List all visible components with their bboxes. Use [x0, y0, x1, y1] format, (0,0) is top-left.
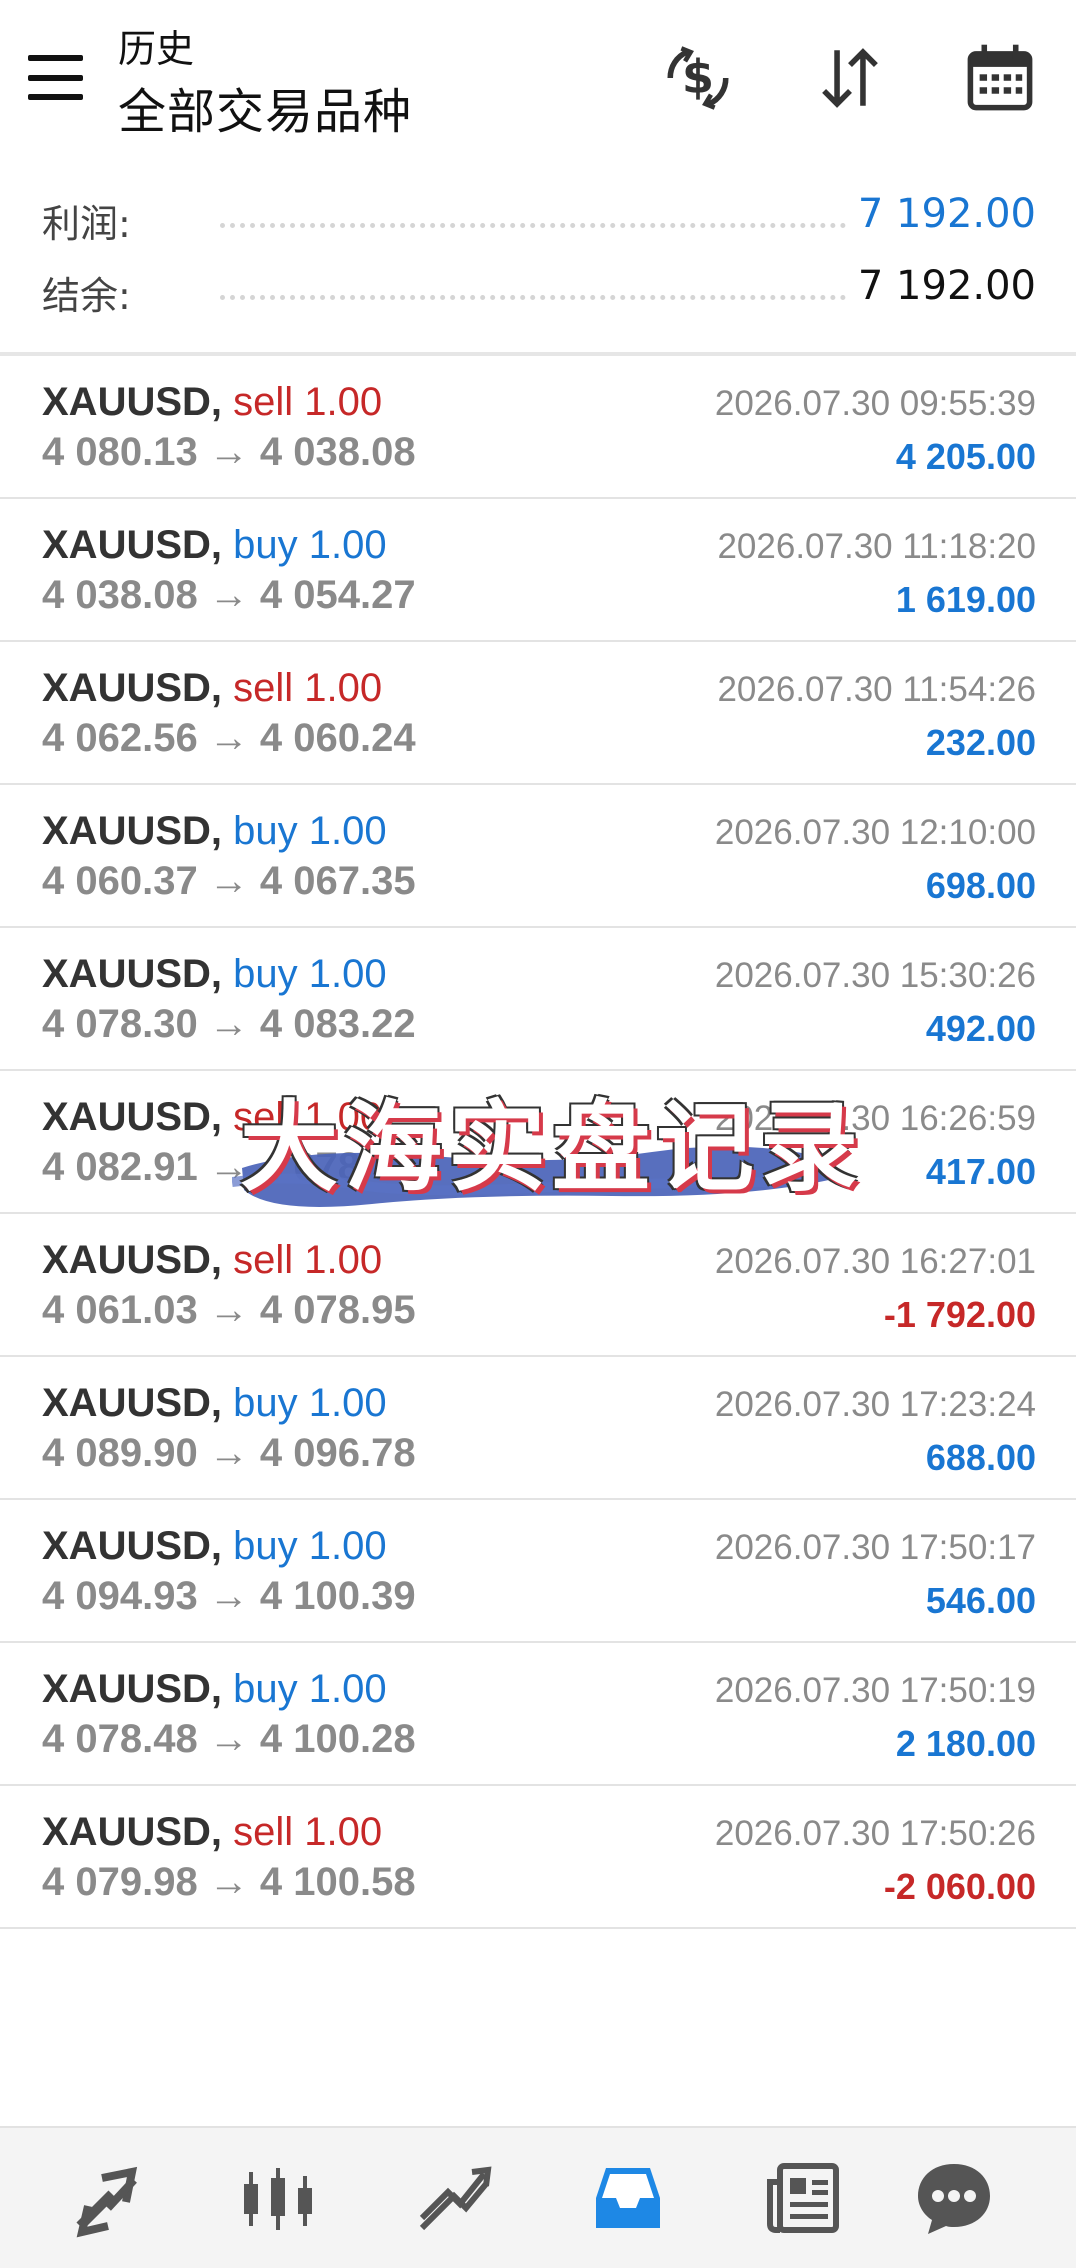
- calendar-icon[interactable]: [960, 38, 1040, 118]
- deal-row[interactable]: XAUUSD, buy 1.00 4 078.48 → 4 100.28 202…: [0, 1643, 1076, 1786]
- app-header: 历史 全部交易品种 $: [0, 0, 1076, 160]
- news-icon[interactable]: [752, 2148, 852, 2248]
- deal-prices: 4 094.93 → 4 100.39: [42, 1574, 416, 1618]
- deal-symbol-line: XAUUSD, buy 1.00: [42, 1667, 387, 1712]
- deal-profit: -2 060.00: [883, 1866, 1036, 1907]
- deal-time: 2026.07.30 17:23:24: [714, 1385, 1036, 1424]
- section-title: 历史: [118, 27, 195, 71]
- deal-symbol-line: XAUUSD, sell 1.00: [42, 666, 382, 711]
- deal-profit: 546.00: [925, 1580, 1036, 1621]
- deal-time: 2026.07.30 11:18:20: [717, 527, 1036, 566]
- deal-profit: 1 619.00: [895, 579, 1036, 620]
- balance-label: 结余:: [42, 274, 131, 318]
- deal-time: 2026.07.30 15:30:26: [714, 956, 1036, 995]
- deal-direction: sell 1.00: [233, 1810, 383, 1854]
- deal-symbol: XAUUSD,: [42, 1381, 223, 1425]
- deal-prices: 4 078.30 → 4 083.22: [42, 1002, 416, 1046]
- menu-button[interactable]: [28, 55, 88, 100]
- watermark-text: 大海实盘记录: [240, 1091, 865, 1205]
- deal-direction: sell 1.00: [233, 666, 383, 710]
- deal-time: 2026.07.30 16:27:01: [714, 1242, 1036, 1281]
- deal-row[interactable]: XAUUSD, buy 1.00 4 089.90 → 4 096.78 202…: [0, 1357, 1076, 1500]
- symbol-filter[interactable]: 全部交易品种: [118, 72, 412, 142]
- deal-symbol: XAUUSD,: [42, 1810, 223, 1854]
- deal-time: 2026.07.30 17:50:19: [714, 1671, 1036, 1710]
- deal-profit: 232.00: [925, 722, 1036, 763]
- deal-symbol-line: XAUUSD, buy 1.00: [42, 809, 387, 854]
- chart-icon[interactable]: [228, 2148, 328, 2248]
- deal-direction: sell 1.00: [233, 380, 383, 424]
- deal-profit: 4 205.00: [895, 436, 1036, 477]
- bottom-nav: [0, 2126, 1076, 2268]
- deal-profit: 688.00: [925, 1437, 1036, 1478]
- deal-direction: sell 1.00: [233, 1238, 383, 1282]
- deal-symbol: XAUUSD,: [42, 952, 223, 996]
- deal-profit: 2 180.00: [895, 1723, 1036, 1764]
- deal-prices: 4 080.13 → 4 038.08: [42, 430, 416, 474]
- deal-symbol: XAUUSD,: [42, 1524, 223, 1568]
- deal-time: 2026.07.30 17:50:26: [714, 1814, 1036, 1853]
- deal-row[interactable]: XAUUSD, sell 1.00 4 079.98 → 4 100.58 20…: [0, 1786, 1076, 1929]
- deal-symbol: XAUUSD,: [42, 666, 223, 710]
- deal-time: 2026.07.30 17:50:17: [714, 1528, 1036, 1567]
- deal-profit: 492.00: [925, 1008, 1036, 1049]
- deal-prices: 4 062.56 → 4 060.24: [42, 716, 416, 760]
- deal-prices: 4 038.08 → 4 054.27: [42, 573, 416, 617]
- deal-time: 2026.07.30 09:55:39: [714, 384, 1036, 423]
- menu-icon-bar: [28, 94, 83, 100]
- deal-row[interactable]: XAUUSD, buy 1.00 4 094.93 → 4 100.39 202…: [0, 1500, 1076, 1643]
- sort-icon[interactable]: [810, 38, 890, 118]
- deal-symbol: XAUUSD,: [42, 380, 223, 424]
- profit-value: 7 192.00: [857, 191, 1036, 237]
- deal-row[interactable]: XAUUSD, sell 1.00 4 080.13 → 4 038.08 20…: [0, 356, 1076, 499]
- menu-icon-bar: [28, 74, 83, 81]
- deal-direction: buy 1.00: [233, 523, 387, 567]
- deal-direction: buy 1.00: [233, 1381, 387, 1425]
- deal-prices: 4 061.03 → 4 078.95: [42, 1288, 416, 1332]
- deal-row[interactable]: XAUUSD, buy 1.00 4 038.08 → 4 054.27 202…: [0, 499, 1076, 642]
- profit-row: 利润: 7 192.00: [0, 185, 1076, 257]
- deal-row[interactable]: XAUUSD, sell 1.00 4 061.03 → 4 078.95 20…: [0, 1214, 1076, 1357]
- deal-direction: buy 1.00: [233, 952, 387, 996]
- profit-label: 利润:: [42, 202, 131, 246]
- deal-prices: 4 079.98 → 4 100.58: [42, 1860, 416, 1904]
- deal-profit: 698.00: [925, 865, 1036, 906]
- deal-symbol: XAUUSD,: [42, 1095, 223, 1139]
- history-icon[interactable]: [578, 2148, 678, 2248]
- deal-symbol-line: XAUUSD, sell 1.00: [42, 380, 382, 425]
- deal-direction: buy 1.00: [233, 809, 387, 853]
- deal-row[interactable]: XAUUSD, sell 1.00 4 062.56 → 4 060.24 20…: [0, 642, 1076, 785]
- deal-symbol: XAUUSD,: [42, 809, 223, 853]
- deal-symbol-line: XAUUSD, sell 1.00: [42, 1238, 382, 1283]
- deal-symbol: XAUUSD,: [42, 1667, 223, 1711]
- deal-row[interactable]: XAUUSD, buy 1.00 4 078.30 → 4 083.22 202…: [0, 928, 1076, 1071]
- chat-icon[interactable]: [904, 2148, 1004, 2248]
- deal-symbol-line: XAUUSD, buy 1.00: [42, 523, 387, 568]
- deal-profit: -1 792.00: [883, 1294, 1036, 1335]
- deal-prices: 4 089.90 → 4 096.78: [42, 1431, 416, 1475]
- dot-leader: [220, 223, 846, 228]
- deal-symbol: XAUUSD,: [42, 1238, 223, 1282]
- balance-row: 结余: 7 192.00: [0, 257, 1076, 329]
- summary-panel: 利润: 7 192.00 结余: 7 192.00: [0, 185, 1076, 329]
- menu-icon-bar: [28, 55, 83, 61]
- balance-value: 7 192.00: [857, 263, 1036, 309]
- deal-direction: buy 1.00: [233, 1524, 387, 1568]
- deal-prices: 4 078.48 → 4 100.28: [42, 1717, 416, 1761]
- deal-symbol-line: XAUUSD, sell 1.00: [42, 1810, 382, 1855]
- deal-row[interactable]: XAUUSD, buy 1.00 4 060.37 → 4 067.35 202…: [0, 785, 1076, 928]
- deal-time: 2026.07.30 12:10:00: [714, 813, 1036, 852]
- trade-icon[interactable]: [404, 2148, 504, 2248]
- deal-symbol-line: XAUUSD, buy 1.00: [42, 952, 387, 997]
- deal-profit: 417.00: [925, 1151, 1036, 1192]
- deal-time: 2026.07.30 11:54:26: [717, 670, 1036, 709]
- deal-symbol-line: XAUUSD, buy 1.00: [42, 1524, 387, 1569]
- deal-symbol: XAUUSD,: [42, 523, 223, 567]
- currency-exchange-icon[interactable]: $: [658, 38, 738, 118]
- deal-direction: buy 1.00: [233, 1667, 387, 1711]
- dot-leader: [220, 295, 846, 300]
- quotes-icon[interactable]: [58, 2148, 158, 2248]
- deal-prices: 4 060.37 → 4 067.35: [42, 859, 416, 903]
- deal-symbol-line: XAUUSD, buy 1.00: [42, 1381, 387, 1426]
